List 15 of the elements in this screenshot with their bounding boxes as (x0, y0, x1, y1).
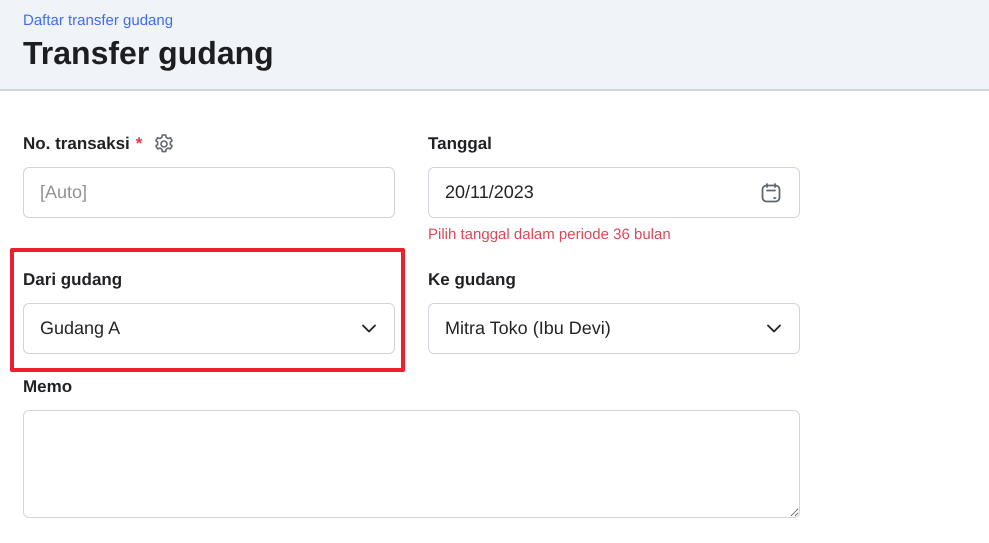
required-mark: * (136, 133, 142, 156)
memo-field[interactable] (23, 410, 800, 518)
field-label: Dari gudang (23, 268, 122, 291)
field-label: Memo (23, 376, 72, 398)
field-label: Tanggal (428, 133, 492, 156)
page-title: Transfer gudang (23, 34, 275, 73)
field-label: No. transaksi (23, 133, 130, 156)
dropdown-field[interactable]: Gudang A (23, 302, 395, 354)
date-field[interactable]: 20/11/2023 (428, 167, 800, 218)
calendar-icon[interactable] (759, 180, 783, 204)
breadcrumb-link[interactable]: Daftar transfer gudang (23, 10, 174, 32)
dropdown-field[interactable]: Mitra Toko (Ibu Devi) (428, 302, 800, 354)
text-field[interactable]: [Auto] (23, 167, 395, 218)
validation-hint: Pilih tanggal dalam periode 36 bulan (428, 225, 672, 245)
field-label: Ke gudang (428, 268, 516, 291)
